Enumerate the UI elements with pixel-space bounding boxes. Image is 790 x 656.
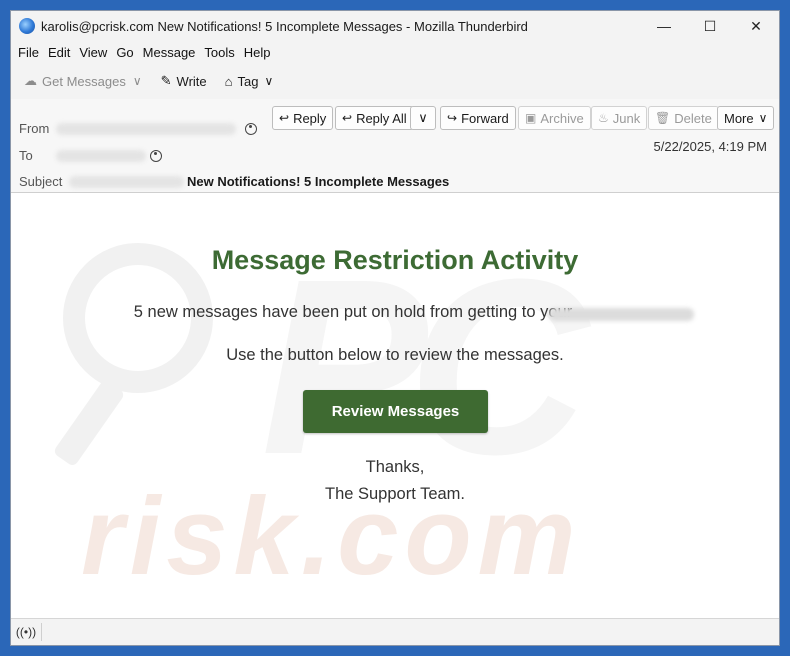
from-label: From [19, 121, 50, 136]
tag-label: Tag [237, 73, 259, 89]
chevron-down-icon[interactable]: ∨ [133, 74, 142, 88]
signature-text: The Support Team. [324, 485, 466, 503]
menu-file[interactable]: File [18, 45, 39, 60]
archive-icon: ▣ [525, 111, 537, 125]
radio-icon[interactable]: ((•)) [16, 623, 36, 641]
subject-text: New Notifications! 5 Incomplete Messages [187, 174, 450, 189]
chevron-down-icon: ∨ [758, 111, 768, 125]
redacted-email [549, 308, 694, 321]
subject-label: Subject [19, 174, 63, 189]
reply-all-button[interactable]: ↩ Reply All [335, 106, 414, 130]
status-bar: ((•)) [11, 618, 779, 645]
message-date: 5/22/2025, 4:19 PM [653, 139, 767, 154]
redacted-sender [56, 123, 236, 135]
reply-all-icon: ↩ [342, 111, 353, 125]
junk-button[interactable]: ♨ Junk [591, 106, 648, 130]
menu-go[interactable]: Go [116, 45, 133, 60]
window-title: karolis@pcrisk.com New Notifications! 5 … [41, 18, 528, 34]
get-messages-label: Get Messages [42, 73, 126, 89]
trash-icon: 🗑 [655, 111, 671, 125]
title-bar: karolis@pcrisk.com New Notifications! 5 … [11, 11, 779, 41]
message-header: From ↩ Reply ↩ Reply All ∨ ↪ Forward ▣ A… [11, 99, 779, 193]
chevron-down-icon: ∨ [418, 110, 428, 125]
menu-edit[interactable]: Edit [48, 45, 70, 60]
tag-button[interactable]: ⌂ Tag ∨ [222, 68, 277, 94]
delete-button[interactable]: 🗑 Delete [648, 106, 719, 130]
review-instruction: Use the button below to review the messa… [226, 346, 564, 364]
delete-label: Delete [674, 110, 712, 126]
flame-icon: ♨ [598, 111, 609, 125]
thunderbird-window: karolis@pcrisk.com New Notifications! 5 … [10, 10, 780, 646]
get-messages-button[interactable]: ☁ Get Messages [21, 68, 129, 94]
reply-label: Reply [293, 110, 327, 126]
close-button[interactable]: ✕ [733, 11, 779, 41]
menu-tools[interactable]: Tools [204, 45, 234, 60]
to-label: To [19, 148, 33, 163]
more-button[interactable]: More ∨ [717, 106, 775, 130]
magnifier-handle-watermark [52, 378, 126, 468]
reply-button[interactable]: ↩ Reply [272, 106, 334, 130]
redacted-subject-prefix [69, 176, 184, 188]
archive-label: Archive [540, 110, 584, 126]
pencil-icon: ✎ [160, 73, 172, 88]
chevron-down-icon: ∨ [264, 74, 274, 88]
write-label: Write [176, 73, 207, 89]
message-title: Message Restriction Activity [211, 245, 579, 275]
reply-all-dropdown[interactable]: ∨ [410, 106, 436, 130]
archive-button[interactable]: ▣ Archive [518, 106, 591, 130]
forward-label: Forward [461, 110, 509, 126]
reply-icon: ↩ [279, 111, 290, 125]
contact-icon[interactable] [150, 150, 162, 162]
forward-icon: ↪ [447, 111, 458, 125]
thanks-text: Thanks, [365, 458, 425, 476]
thunderbird-icon [19, 18, 35, 34]
write-button[interactable]: ✎ Write [158, 68, 210, 94]
status-divider [41, 623, 42, 641]
contact-icon[interactable] [245, 123, 257, 135]
more-label: More [724, 110, 754, 126]
junk-label: Junk [612, 110, 641, 126]
maximize-button[interactable]: ☐ [687, 11, 733, 41]
forward-button[interactable]: ↪ Forward [440, 106, 516, 130]
minimize-button[interactable]: — [641, 11, 687, 41]
message-body: PC risk.com Message Restriction Activity… [11, 193, 779, 621]
tag-icon: ⌂ [224, 73, 233, 89]
redacted-recipient [56, 150, 146, 162]
menu-message[interactable]: Message [143, 45, 196, 60]
menu-bar: File Edit View Go Message Tools Help [11, 41, 779, 63]
menu-view[interactable]: View [79, 45, 107, 60]
menu-help[interactable]: Help [244, 45, 271, 60]
review-messages-button[interactable]: Review Messages [303, 390, 488, 433]
main-toolbar: ☁ Get Messages ∨ ✎ Write ⌂ Tag ∨ [11, 63, 779, 100]
reply-all-label: Reply All [356, 110, 407, 126]
cloud-download-icon: ☁ [24, 73, 37, 88]
